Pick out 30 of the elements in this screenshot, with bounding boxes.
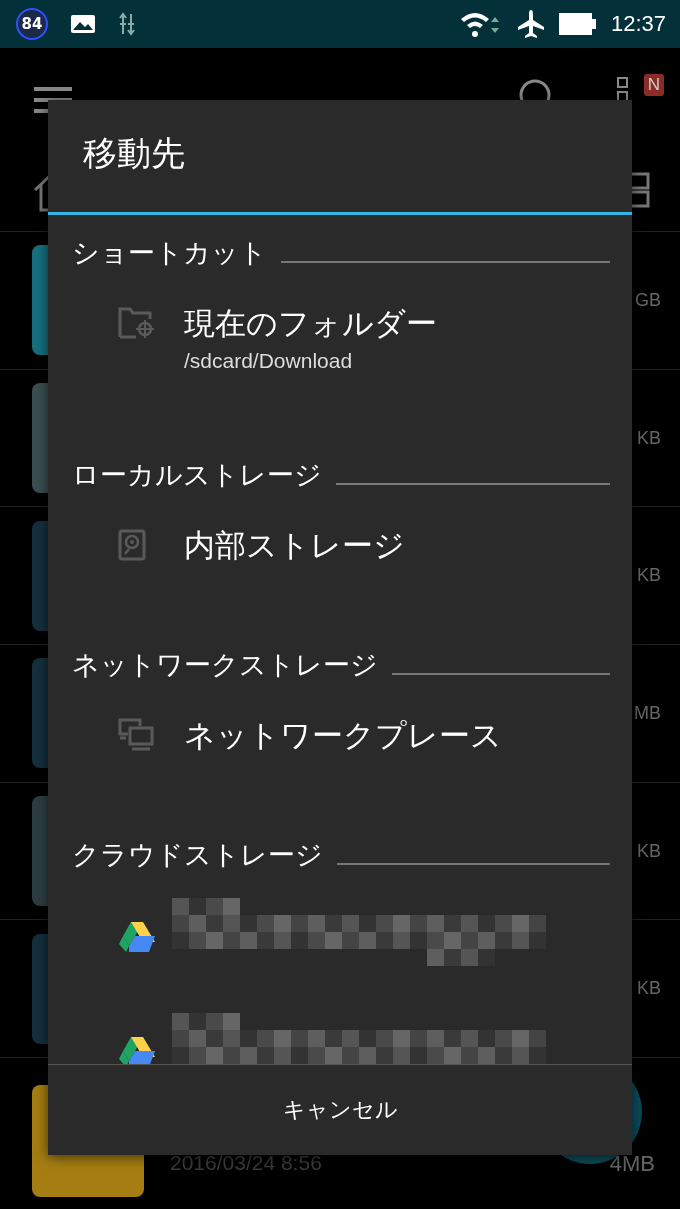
data-transfer-icon — [118, 12, 136, 36]
folder-target-icon — [118, 307, 154, 339]
file-size: KB — [637, 978, 661, 1000]
location-name: ネットワークプレース — [184, 716, 502, 755]
airplane-icon — [516, 9, 545, 39]
section-header: クラウドストレージ — [72, 838, 323, 872]
section-header: ネットワークストレージ — [72, 648, 378, 682]
file-size: GB — [635, 289, 661, 311]
battery-icon — [558, 12, 597, 36]
network-computers-icon — [118, 718, 154, 752]
clock-time: 12:37 — [610, 11, 666, 37]
new-badge: N — [643, 74, 664, 96]
location-item[interactable]: 内部ストレージ — [48, 493, 632, 647]
cancel-button[interactable]: キャンセル — [48, 1065, 632, 1155]
drive-icon — [118, 921, 156, 953]
location-path: /sdcard/Download — [184, 348, 354, 374]
section-header: ショートカット — [72, 236, 267, 270]
file-size: MB — [634, 702, 661, 724]
notification-badge: 84 — [16, 8, 48, 40]
location-item[interactable]: ネットワークプレース — [48, 683, 632, 837]
location-name: 内部ストレージ — [184, 526, 405, 565]
image-icon — [70, 14, 96, 34]
section-header: ローカルストレージ — [72, 458, 322, 492]
file-size: KB — [637, 840, 661, 862]
location-name: 現在のフォルダー — [184, 304, 437, 343]
dialog-title: 移動先 — [83, 132, 185, 175]
file-size: KB — [637, 565, 661, 587]
file-size: KB — [637, 427, 661, 449]
location-item[interactable]: 現在のフォルダー /sdcard/Download — [48, 271, 632, 457]
drive-icon — [118, 1036, 156, 1064]
